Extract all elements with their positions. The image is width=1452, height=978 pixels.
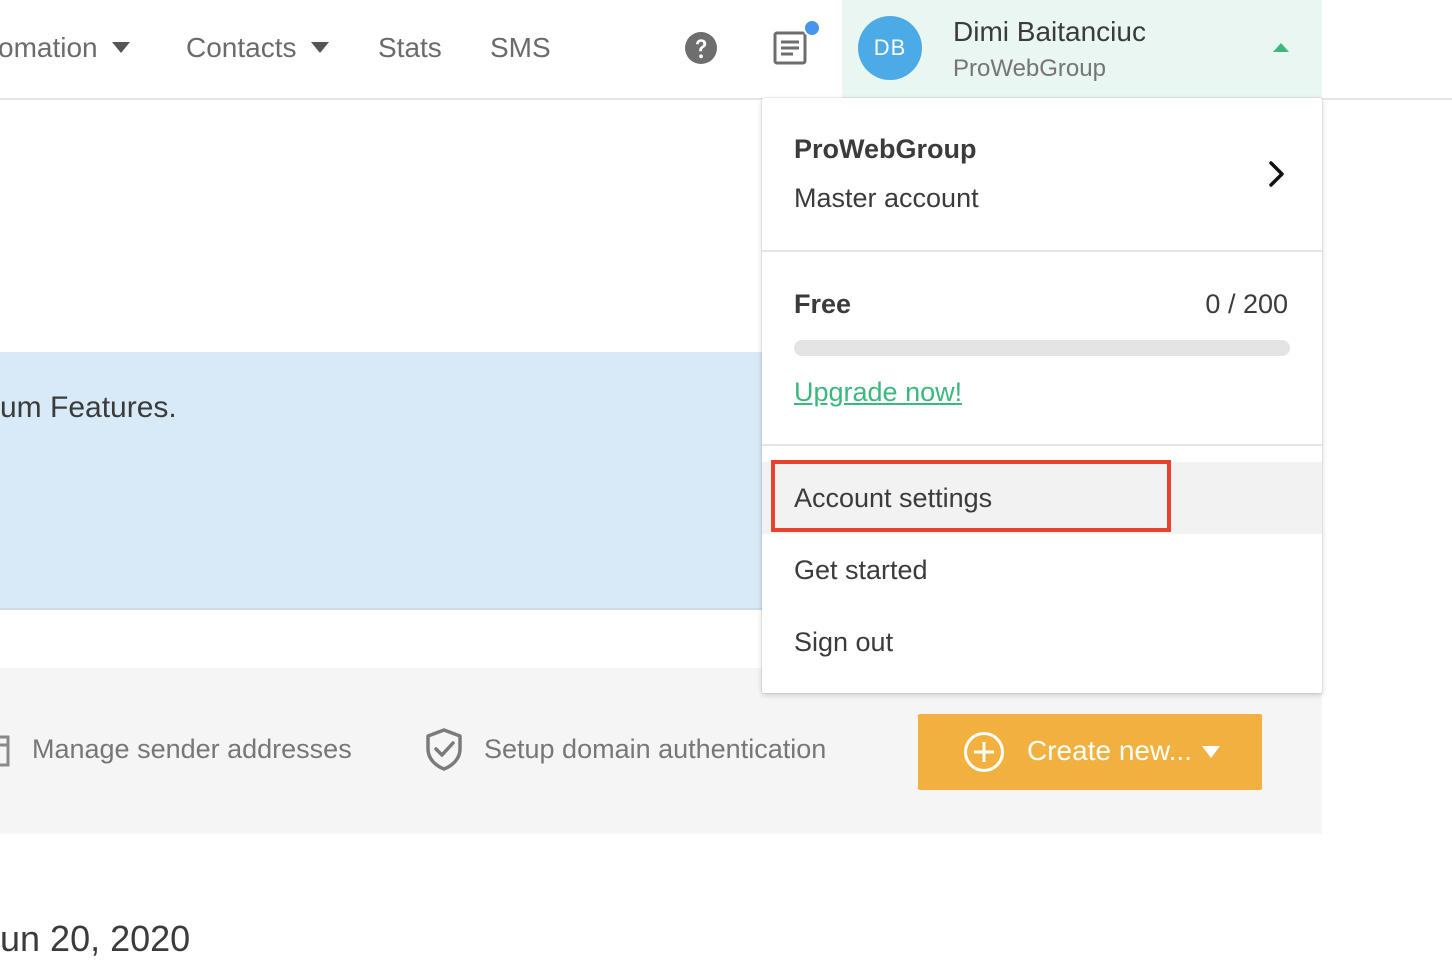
nav-item-label: Contacts	[186, 32, 297, 63]
nav-item-stats[interactable]: Stats	[378, 32, 442, 64]
upgrade-now-link[interactable]: Upgrade now!	[794, 377, 962, 408]
sender-address-icon	[0, 735, 10, 767]
plan-usage: 0 / 200	[1205, 289, 1288, 319]
nav-item-label: omation	[0, 32, 98, 63]
banner-text: um Features.	[0, 391, 177, 424]
caret-down-icon	[111, 42, 130, 54]
nav-item-contacts[interactable]: Contacts	[186, 32, 329, 64]
create-new-label: Create new...	[1027, 735, 1192, 766]
question-circle-icon[interactable]	[684, 31, 718, 65]
notification-dot	[803, 19, 821, 37]
plan-name: Free	[794, 289, 852, 319]
dropdown-divider	[762, 444, 1322, 446]
manage-sender-addresses-link[interactable]: Manage sender addresses	[32, 734, 352, 765]
nav-item-label: SMS	[490, 32, 551, 63]
dropdown-divider	[762, 250, 1322, 252]
sign-out-menu-item[interactable]: Sign out	[794, 627, 893, 658]
setup-domain-authentication-link[interactable]: Setup domain authentication	[484, 734, 826, 765]
nav-item-sms[interactable]: SMS	[490, 32, 551, 64]
highlight-annotation-box	[771, 460, 1171, 532]
user-org: ProWebGroup	[953, 55, 1106, 82]
plus-circle-icon	[964, 732, 1004, 772]
date-text: un 20, 2020	[0, 918, 191, 959]
nav-item-automation[interactable]: omation	[0, 32, 130, 64]
dropdown-org-name[interactable]: ProWebGroup	[794, 134, 977, 165]
nav-item-label: Stats	[378, 32, 442, 63]
caret-down-icon	[310, 42, 329, 54]
caret-up-icon[interactable]	[1273, 43, 1289, 52]
avatar[interactable]: DB	[858, 16, 922, 80]
chevron-right-icon[interactable]	[1266, 160, 1288, 188]
user-name: Dimi Baitanciuc	[953, 16, 1146, 47]
plan-progress-bar	[794, 340, 1290, 356]
caret-down-icon	[1202, 746, 1220, 758]
notes-icon[interactable]	[772, 30, 808, 66]
shield-check-icon	[426, 728, 462, 771]
get-started-menu-item[interactable]: Get started	[794, 555, 928, 586]
dropdown-account-type: Master account	[794, 183, 979, 213]
